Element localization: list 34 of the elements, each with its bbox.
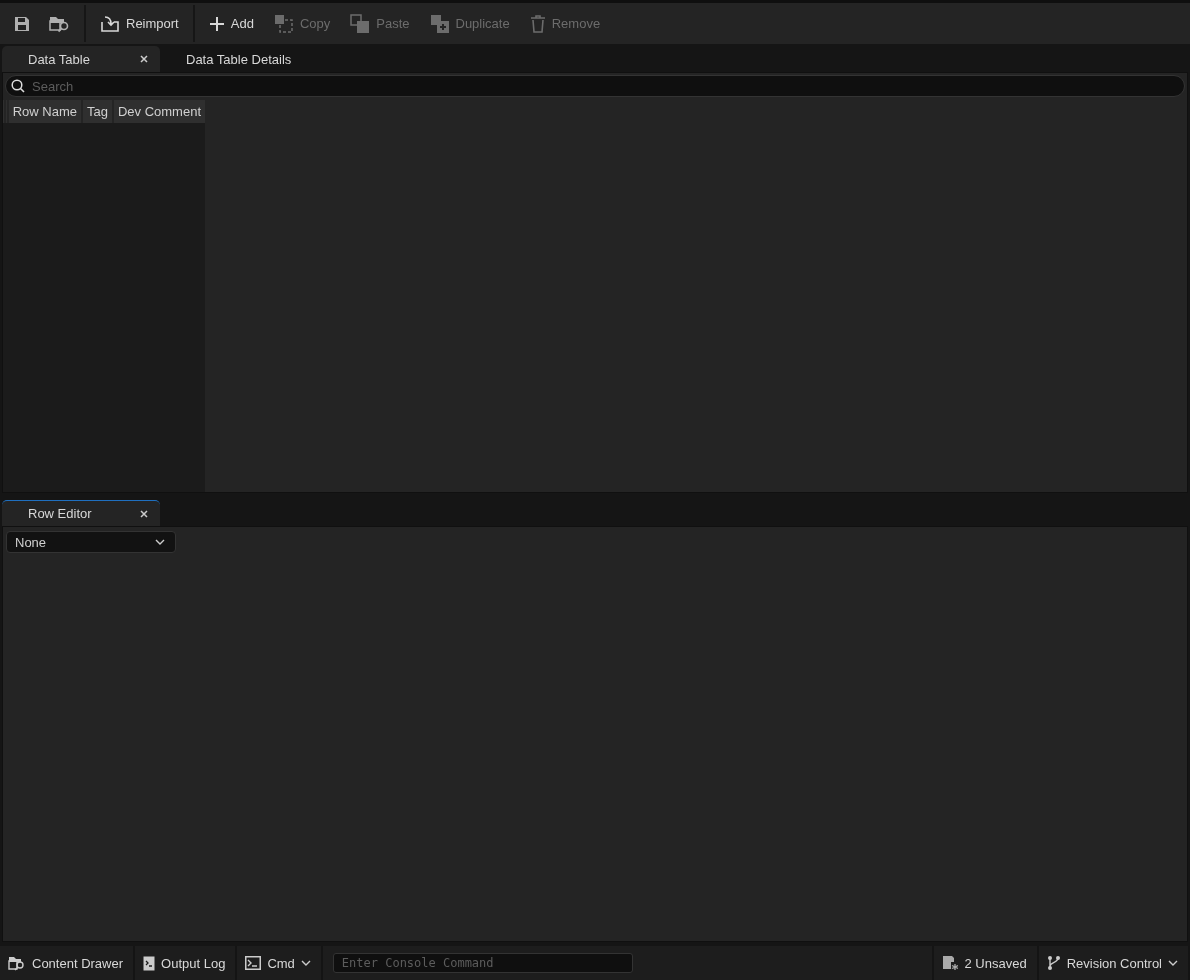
terminal-icon [245, 956, 262, 970]
toolbar-button[interactable]: Reimport [90, 10, 189, 37]
trash-icon [529, 14, 546, 33]
plus-icon [208, 15, 225, 32]
close-icon[interactable] [140, 509, 148, 518]
revision-control-button[interactable]: Revision Control [1038, 946, 1190, 980]
log-icon [143, 955, 156, 971]
paste-icon [350, 13, 371, 34]
console-input[interactable]: Enter Console Command [332, 953, 633, 973]
panel-tab[interactable]: Row Editor [2, 500, 160, 526]
folder-search-icon [49, 14, 71, 33]
folder-search-icon [8, 955, 26, 971]
chevron-down-icon [155, 539, 165, 545]
copy-icon [273, 13, 294, 34]
content-drawer-button[interactable]: Content Drawer [0, 946, 136, 980]
struct-dropdown[interactable]: None [6, 531, 176, 553]
column-header[interactable]: Row Name [8, 100, 81, 123]
close-icon[interactable] [140, 55, 148, 63]
branch-icon [1046, 955, 1061, 971]
chevron-down-icon [300, 960, 311, 966]
save-icon [942, 955, 959, 971]
unsaved-button[interactable]: 2 Unsaved [932, 946, 1039, 980]
duplicate-icon [429, 13, 450, 34]
panel-tab[interactable]: Data Table Details [160, 46, 318, 72]
panel-tab[interactable]: Data Table [2, 46, 160, 72]
cmd-dropdown[interactable]: Cmd [237, 946, 323, 980]
chevron-down-icon [1168, 960, 1178, 966]
column-header[interactable]: Tag [82, 100, 112, 123]
reimport-icon [100, 14, 120, 33]
output-log-button[interactable]: Output Log [135, 946, 238, 980]
search-field[interactable]: Search [5, 75, 1185, 97]
toolbar-button[interactable]: Add [198, 11, 264, 36]
save-icon [13, 14, 31, 33]
column-header[interactable]: Dev Comment [113, 100, 205, 123]
